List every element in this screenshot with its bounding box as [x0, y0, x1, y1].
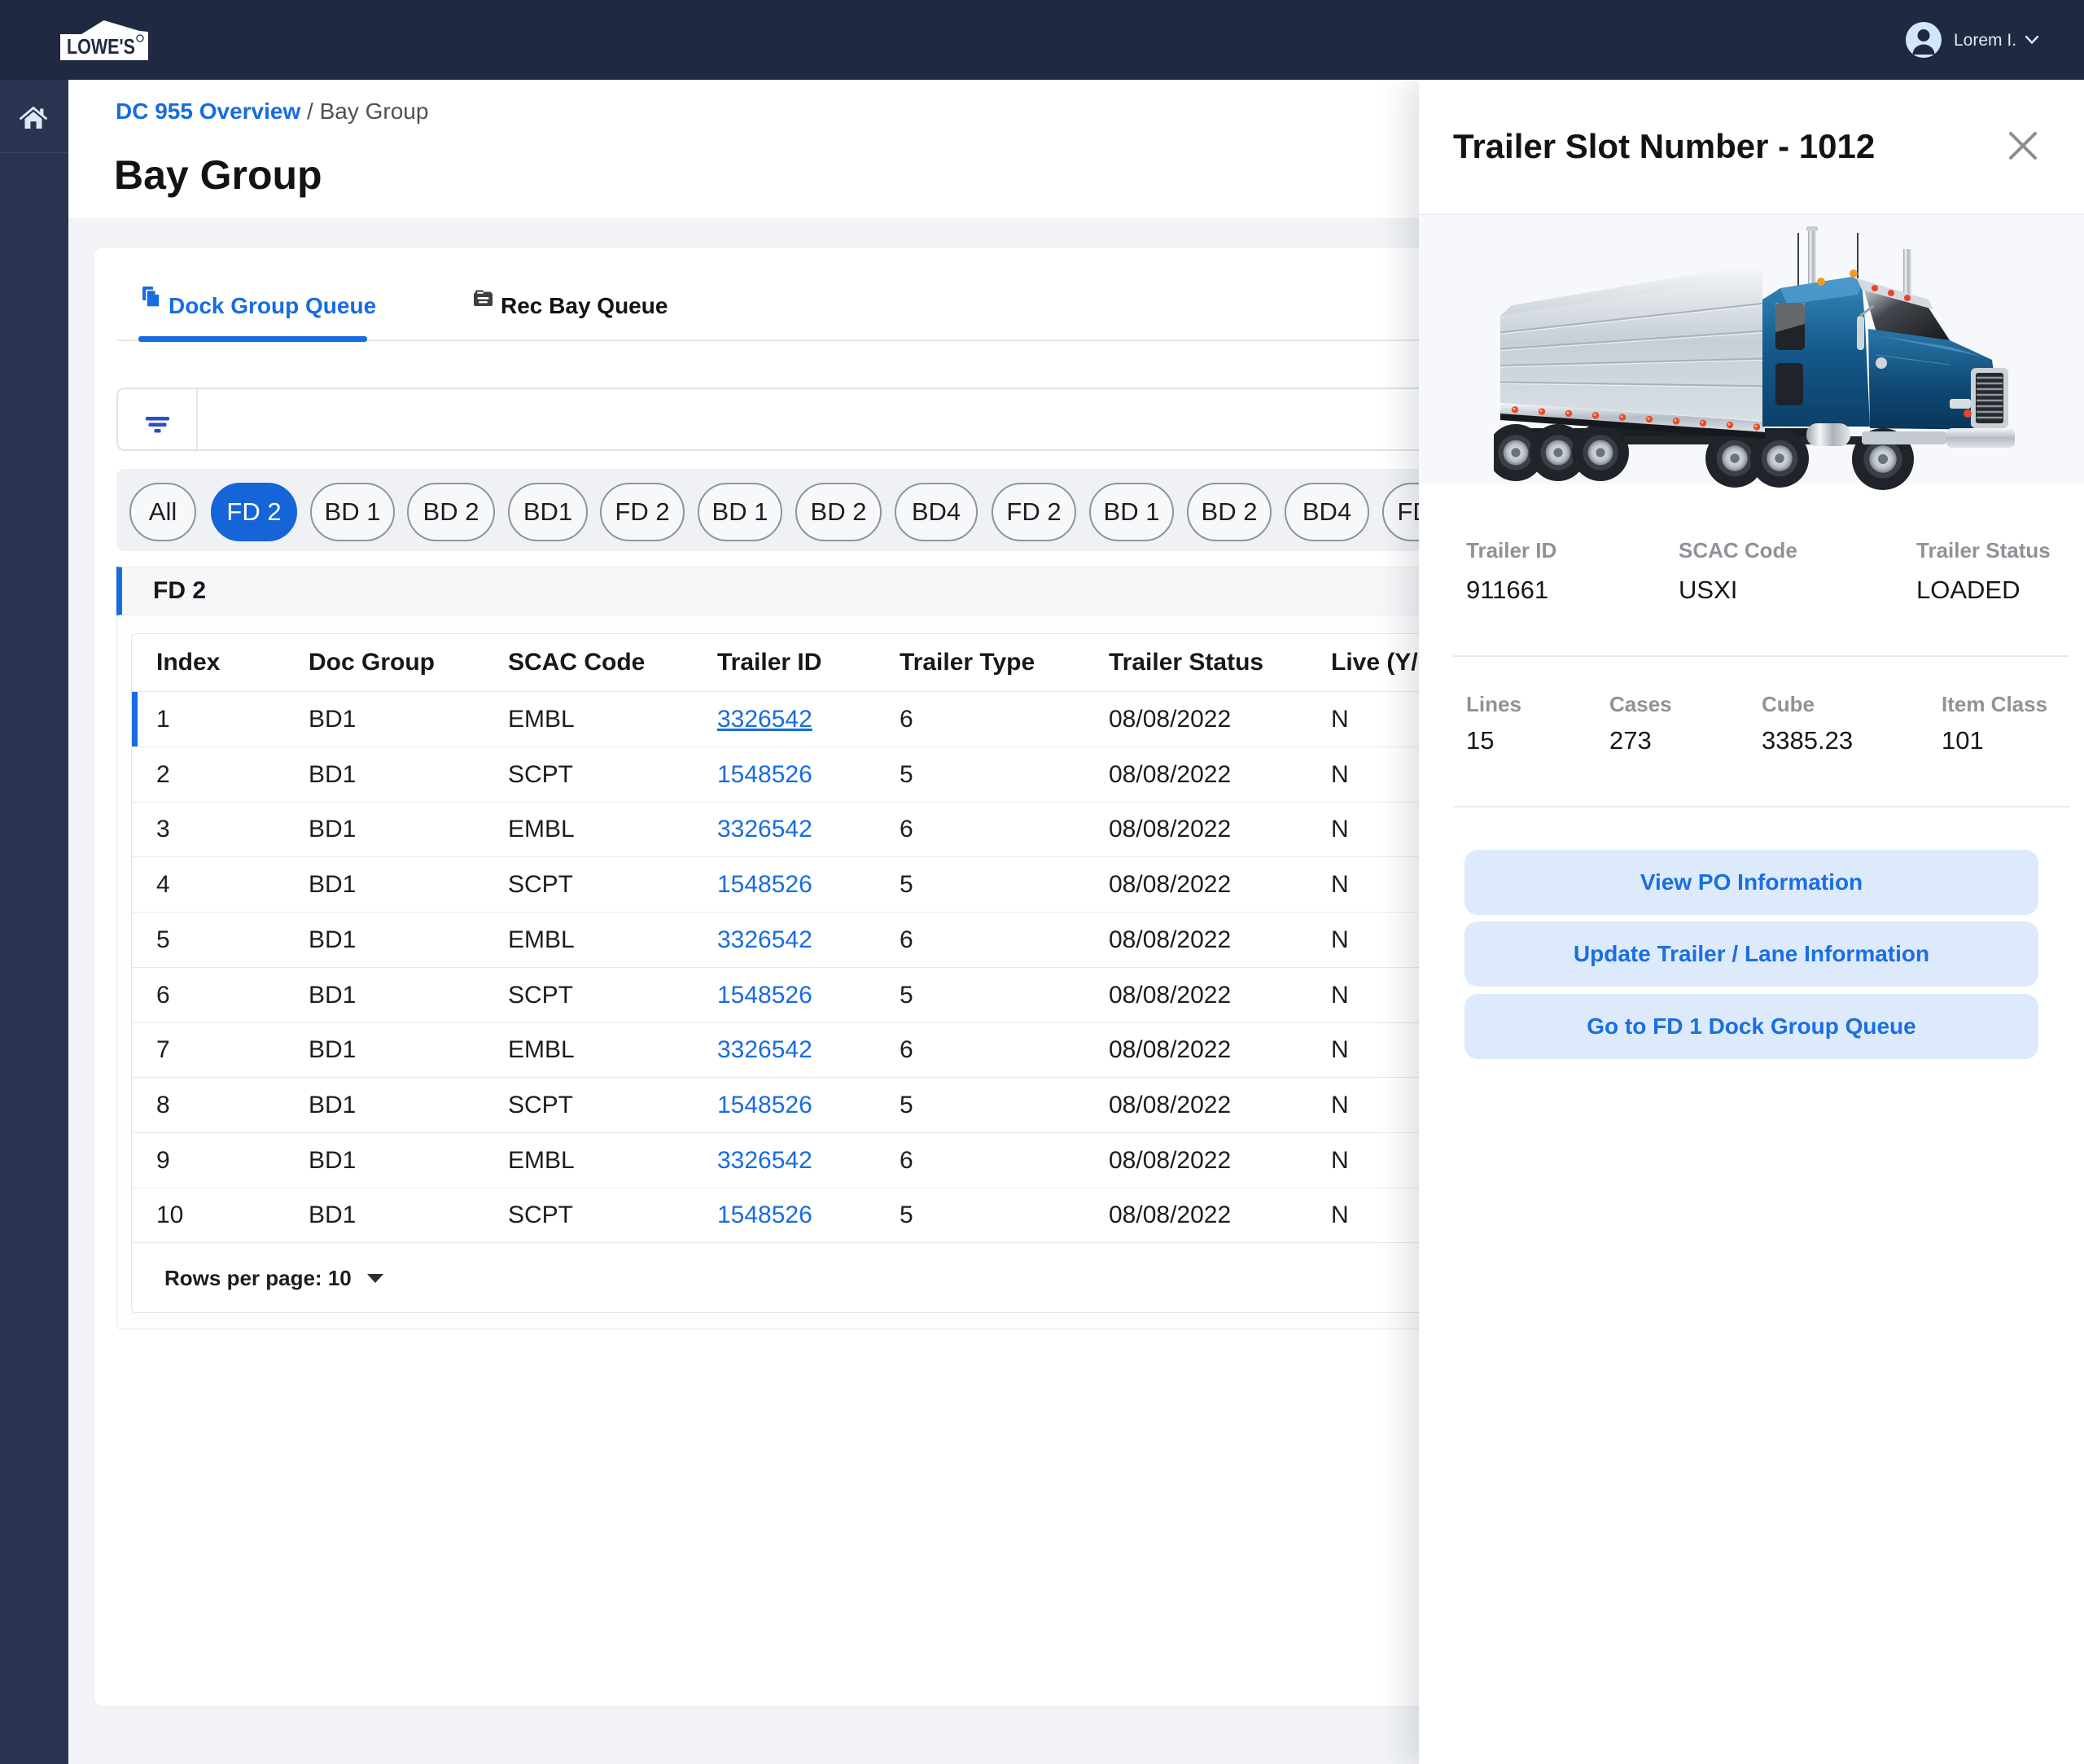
svg-text:LOWE'S: LOWE'S	[67, 34, 135, 59]
